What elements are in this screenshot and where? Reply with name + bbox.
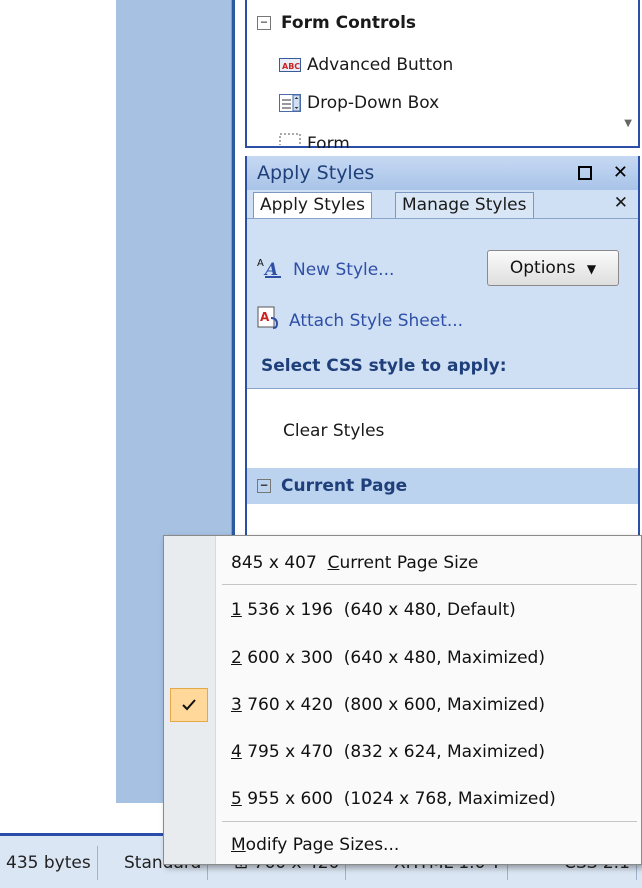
menu-item-preset-5[interactable]: 5 955 x 600 (1024 x 768, Maximized) [231,784,556,814]
current-page-label: Current Page [281,476,408,496]
form-controls-group[interactable]: − Form Controls [257,8,416,38]
accelerator-key: 5 [231,789,242,809]
accelerator-key: 1 [231,600,242,620]
svg-text:A: A [263,260,278,278]
collapse-icon[interactable]: − [257,16,271,30]
collapse-icon[interactable]: − [257,479,271,493]
dropdown-box-icon [279,94,301,112]
accelerator-key: 4 [231,742,242,762]
menu-item-label: 600 x 300 (640 x 480, Maximized) [241,648,545,668]
group-label: Form Controls [281,13,417,33]
options-label: Options [509,258,576,278]
menu-item-label: 795 x 470 (832 x 624, Maximized) [241,742,545,762]
editor-canvas[interactable] [0,0,116,803]
tab-apply-styles[interactable]: Apply Styles [253,192,372,218]
menu-item-label: 536 x 196 (640 x 480, Default) [241,600,516,620]
new-style-link[interactable]: AA New Style... [257,256,394,283]
menu-item-preset-2[interactable]: 2 600 x 300 (640 x 480, Maximized) [231,643,545,673]
close-panel-icon[interactable]: ✕ [613,156,628,190]
accelerator-key: 3 [231,695,242,715]
menu-item-preset-3[interactable]: 3 760 x 420 (800 x 600, Maximized) [231,690,545,720]
close-tab-icon[interactable]: ✕ [614,193,628,213]
style-list[interactable]: Clear Styles − Current Page [247,388,638,557]
menu-item-modify-page-sizes[interactable]: Modify Page Sizes... [231,830,399,860]
page-size-menu: 845 x 407 Current Page Size 1 536 x 196 … [163,535,642,865]
menu-item-preset-1[interactable]: 1 536 x 196 (640 x 480, Default) [231,595,516,625]
toolbox-item-label: Advanced Button [307,55,454,75]
new-style-icon: AA [257,256,283,283]
menu-item-label: odify Page Sizes... [245,835,400,855]
toolbox-item-advanced-button[interactable]: ABC Advanced Button [279,50,453,80]
status-file-size: 435 bytes [0,846,98,880]
toolbox-item-dropdown-box[interactable]: Drop-Down Box [279,88,439,118]
new-style-label: New Style... [293,259,395,280]
menu-separator [222,584,637,585]
options-button[interactable]: Options ▼ [487,250,619,286]
advanced-button-icon: ABC [279,56,301,74]
svg-text:ABC: ABC [282,62,300,71]
tab-strip: Apply Styles Manage Styles ✕ [247,190,638,219]
svg-text:A: A [257,258,264,269]
menu-item-preset-4[interactable]: 4 795 x 470 (832 x 624, Maximized) [231,737,545,767]
checkmark-icon [170,688,208,722]
select-css-style-label: Select CSS style to apply: [261,356,507,376]
panel-title: Apply Styles [257,162,375,184]
accelerator-key: C [327,553,340,573]
current-page-group[interactable]: − Current Page [247,468,638,504]
menu-item-label: 955 x 600 (1024 x 768, Maximized) [241,789,556,809]
scroll-down-arrow-icon[interactable]: ▼ [624,118,632,129]
toolbox-item-form[interactable]: Form [279,128,350,148]
panel-title-bar: Apply Styles ✕ [247,156,638,190]
apply-styles-panel: Apply Styles ✕ Apply Styles Manage Style… [245,156,640,557]
menu-separator [222,821,637,822]
tab-manage-styles[interactable]: Manage Styles [395,192,534,218]
attach-style-sheet-link[interactable]: A Attach Style Sheet... [257,306,463,335]
toolbox-item-label: Form [307,134,350,148]
maximize-icon[interactable] [578,156,592,190]
menu-item-label: 760 x 420 (800 x 600, Maximized) [241,695,545,715]
current-size-value: 845 x 407 [231,553,317,573]
toolbox-panel: − Form Controls ABC Advanced Button Drop… [245,0,640,148]
accelerator-key: M [231,835,246,855]
attach-style-sheet-icon: A [257,306,281,335]
menu-item-current-page-size[interactable]: 845 x 407 Current Page Size [231,548,478,578]
form-icon [279,128,301,146]
attach-style-sheet-label: Attach Style Sheet... [289,310,464,331]
clear-styles-item[interactable]: Clear Styles [283,421,384,441]
svg-text:A: A [260,310,270,324]
accelerator-key: 2 [231,648,242,668]
toolbox-item-label: Drop-Down Box [307,93,440,113]
menu-item-label: urrent Page Size [339,553,479,573]
chevron-down-icon: ▼ [586,262,597,276]
